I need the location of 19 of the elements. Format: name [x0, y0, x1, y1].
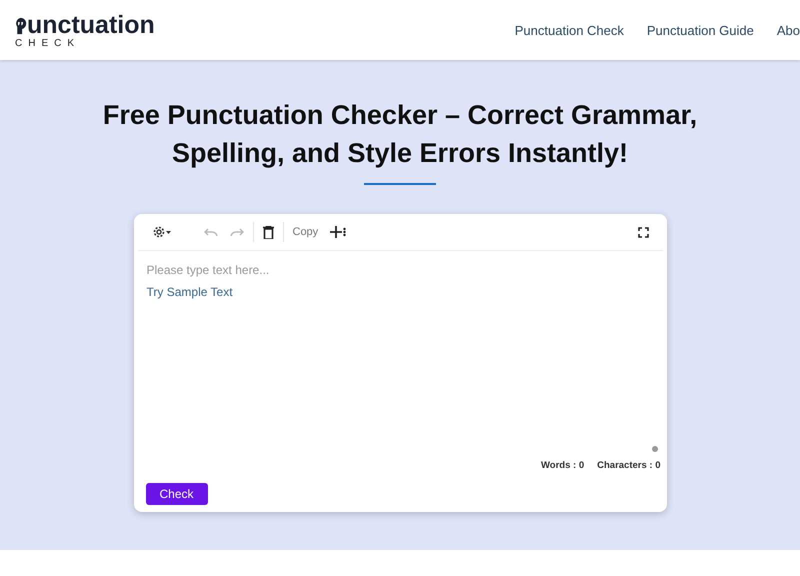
nav-link[interactable]: Punctuation Guide [646, 22, 754, 38]
try-sample-link[interactable]: Try Sample Text [146, 285, 233, 299]
copy-button[interactable]: Copy [286, 222, 324, 242]
resize-handle-icon[interactable] [652, 446, 658, 452]
logo-text[interactable]: unctuation [27, 12, 155, 38]
redo-icon [230, 227, 244, 237]
fullscreen-icon [638, 226, 648, 238]
speech-bubble-icon [14, 16, 27, 34]
gear-icon [152, 225, 172, 239]
logo-subtitle: CHECK [15, 38, 82, 48]
nav-link[interactable]: Punctuation Check [514, 22, 624, 38]
plus-dots-icon [330, 226, 346, 238]
check-button[interactable]: Check [146, 483, 208, 505]
counter-label: Words : 0 [541, 460, 584, 471]
nav-link[interactable]: Abo [776, 22, 800, 38]
undo-icon [204, 227, 218, 237]
page-title: Free Punctuation Checker – Correct Grammar, Spelling, and Style Errors Instantly! [102, 99, 698, 170]
trash-icon [262, 226, 274, 238]
counter-label: Characters : 0 [597, 460, 660, 471]
